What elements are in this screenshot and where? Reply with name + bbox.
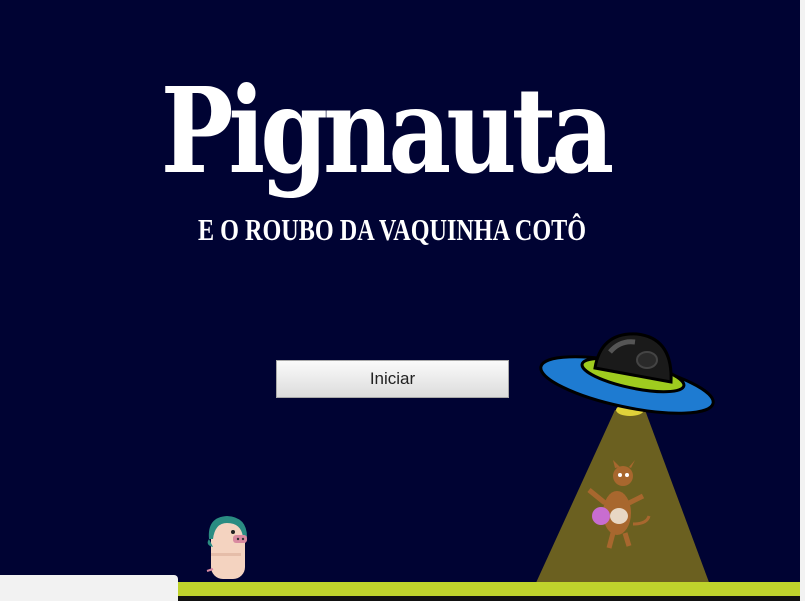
- cow-icon: [587, 460, 651, 549]
- window-edge: [800, 0, 805, 601]
- start-button[interactable]: Iniciar: [276, 360, 509, 398]
- ufo-icon: [539, 332, 715, 416]
- start-button-label: Iniciar: [369, 369, 416, 388]
- status-bar: [0, 575, 178, 601]
- game-stage: Pignauta E O ROUBO DA VAQUINHA COTÔ Inic…: [0, 0, 800, 601]
- game-title: Pignauta: [160, 61, 615, 200]
- pig-astronaut-icon: [206, 516, 247, 579]
- game-subtitle: E O ROUBO DA VAQUINHA COTÔ: [198, 212, 587, 247]
